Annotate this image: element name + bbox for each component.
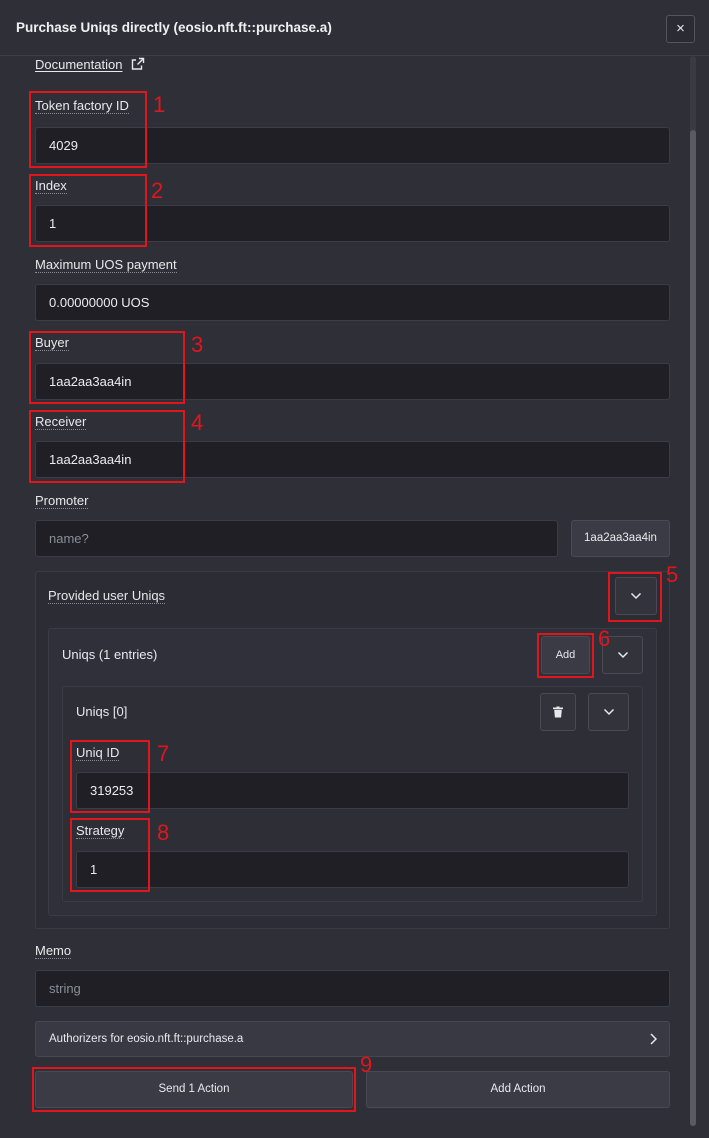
annotation-box-6	[537, 633, 594, 678]
annotation-box-9	[32, 1067, 356, 1112]
authorizers-label: Authorizers for eosio.nft.ft::purchase.a	[49, 1033, 244, 1045]
uniqs-list-title: Uniqs (1 entries)	[62, 647, 158, 662]
chevron-down-icon	[617, 651, 628, 659]
annotation-box-4	[29, 410, 185, 483]
annotation-number-9: 9	[360, 1052, 373, 1077]
dialog-header: Purchase Uniqs directly (eosio.nft.ft::p…	[0, 0, 709, 56]
annotation-number-4: 4	[191, 410, 204, 435]
add-action-button[interactable]: Add Action	[366, 1071, 670, 1108]
trash-icon	[553, 706, 563, 718]
strategy-input[interactable]: 1	[76, 851, 629, 888]
promoter-fill-button[interactable]: 1aa2aa3aa4in	[571, 520, 670, 557]
chevron-down-icon	[603, 708, 614, 716]
dialog-title: Purchase Uniqs directly (eosio.nft.ft::p…	[16, 20, 332, 35]
annotation-box-3	[29, 331, 185, 404]
annotation-number-7: 7	[157, 741, 170, 766]
memo-input[interactable]: string	[35, 970, 670, 1007]
max-uos-payment-label: Maximum UOS payment	[35, 257, 177, 273]
annotation-box-7	[70, 740, 150, 813]
annotation-number-6: 6	[598, 626, 611, 651]
close-button[interactable]: ×	[666, 15, 695, 43]
annotation-box-2	[29, 174, 147, 247]
uniq-entry-toggle-button[interactable]	[588, 693, 629, 731]
annotation-number-3: 3	[191, 332, 204, 357]
annotation-box-8	[70, 818, 150, 892]
annotation-number-5: 5	[666, 562, 679, 587]
annotation-box-1	[29, 91, 147, 168]
uniq-id-input[interactable]: 319253	[76, 772, 629, 809]
authorizers-expander[interactable]: Authorizers for eosio.nft.ft::purchase.a	[35, 1021, 670, 1057]
close-icon: ×	[676, 20, 685, 37]
annotation-number-2: 2	[151, 178, 164, 203]
scrollbar[interactable]	[690, 56, 696, 1126]
memo-label: Memo	[35, 943, 72, 959]
annotation-number-8: 8	[157, 820, 170, 845]
provided-user-uniqs-title: Provided user Uniqs	[48, 588, 166, 604]
annotation-number-1: 1	[153, 92, 166, 117]
annotation-box-5	[608, 572, 662, 622]
documentation-link[interactable]: Documentation	[35, 57, 122, 72]
promoter-input[interactable]: name?	[35, 520, 558, 557]
chevron-right-icon	[650, 1033, 657, 1045]
uniq-entry-title: Uniqs [0]	[76, 704, 128, 719]
promoter-label: Promoter	[35, 493, 89, 509]
max-uos-payment-input[interactable]: 0.00000000 UOS	[35, 284, 670, 321]
scrollbar-thumb[interactable]	[690, 130, 696, 1126]
external-link-icon[interactable]	[131, 57, 145, 71]
delete-uniq-button[interactable]	[540, 693, 576, 731]
